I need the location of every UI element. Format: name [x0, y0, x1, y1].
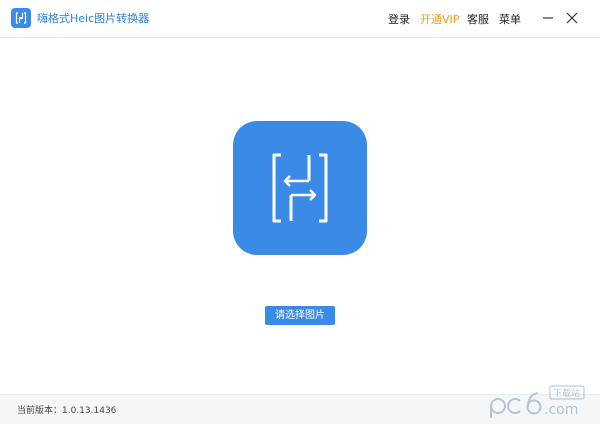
title-bar: 嗨格式Heic图片转换器 登录 开通VIP 客服 菜单 [0, 0, 600, 38]
app-logo-icon [11, 8, 31, 28]
login-link[interactable]: 登录 [388, 11, 410, 27]
svg-text:下载站: 下载站 [553, 387, 580, 399]
main-area: 请选择图片 [0, 38, 600, 394]
version-label: 当前版本：1.0.13.1436 [17, 406, 117, 416]
select-image-button[interactable]: 请选择图片 [265, 306, 335, 325]
minimize-button[interactable] [539, 9, 557, 27]
heic-converter-logo-icon[interactable] [233, 121, 367, 255]
minimize-icon [543, 17, 553, 19]
close-button[interactable] [563, 9, 581, 27]
vip-link[interactable]: 开通VIP [420, 11, 459, 27]
close-icon [566, 12, 578, 24]
menu-link[interactable]: 菜单 [499, 11, 521, 27]
svg-text:.com: .com [544, 402, 578, 418]
app-title: 嗨格式Heic图片转换器 [37, 12, 150, 25]
pc6-watermark-logo: 下载站 .com [490, 385, 585, 418]
support-link[interactable]: 客服 [467, 11, 489, 27]
